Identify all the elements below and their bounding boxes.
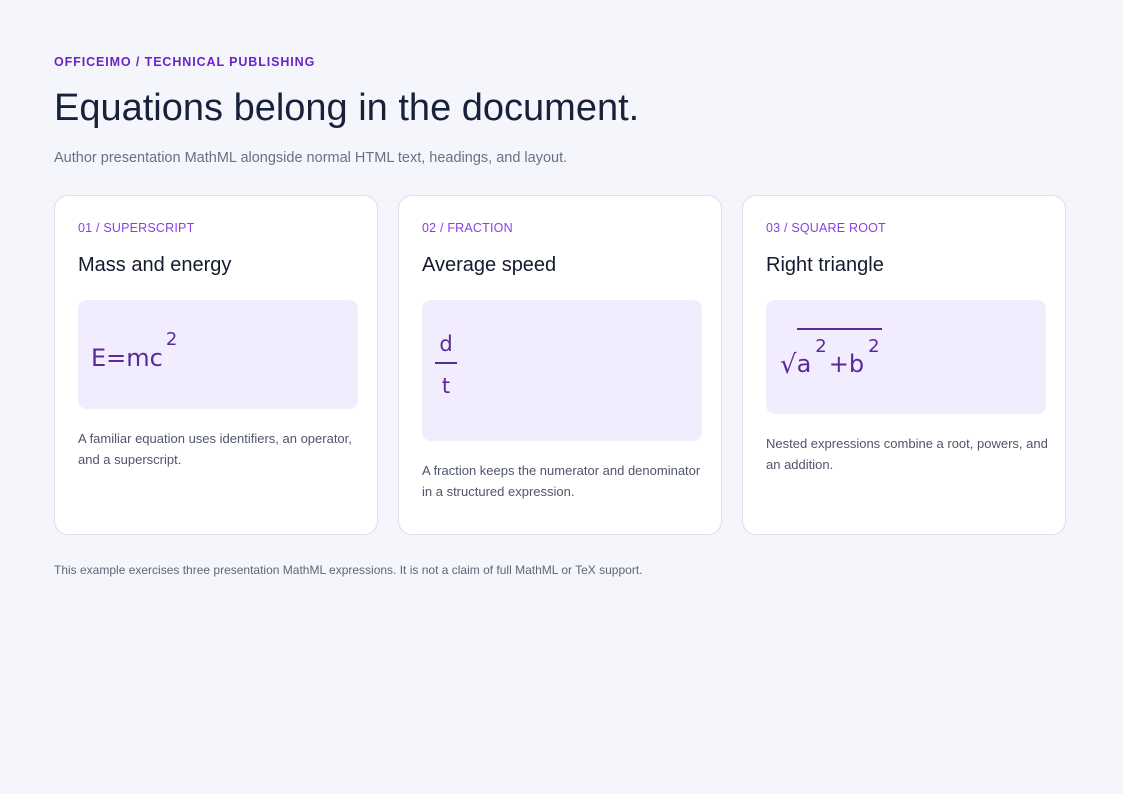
card-title: Average speed	[422, 254, 557, 276]
page-title: Equations belong in the document.	[54, 87, 640, 129]
card-description: A familiar equation uses identifiers, an…	[78, 431, 352, 467]
card-square-root: 03 / SQUARE ROOT Right triangle √a2+b2 N…	[742, 195, 1066, 535]
eyebrow: OFFICEIMO / TECHNICAL PUBLISHING	[54, 55, 316, 69]
equation-box: d t	[422, 300, 702, 441]
card-label: 01 / SUPERSCRIPT	[78, 221, 195, 235]
card-superscript: 01 / SUPERSCRIPT Mass and energy E=mc2 A…	[54, 195, 378, 535]
term-a-exponent: 2	[815, 336, 827, 357]
card-label: 03 / SQUARE ROOT	[766, 221, 886, 235]
fraction-bar	[435, 362, 457, 364]
card-label: 02 / FRACTION	[422, 221, 513, 235]
page: OFFICEIMO / TECHNICAL PUBLISHING Equatio…	[0, 0, 1123, 794]
card-description: Nested expressions combine a root, power…	[766, 436, 1048, 472]
equation-base: E=mc	[91, 344, 163, 372]
equation-square-root: √a2+b2	[780, 328, 882, 380]
page-subtitle: Author presentation MathML alongside nor…	[54, 150, 568, 166]
radicand: a2+b2	[796, 328, 882, 378]
footer-note: This example exercises three presentatio…	[54, 563, 643, 577]
card-title: Right triangle	[766, 254, 884, 276]
card-fraction: 02 / FRACTION Average speed d t A fracti…	[398, 195, 722, 535]
card-title: Mass and energy	[78, 254, 232, 276]
equation-box: E=mc2	[78, 300, 358, 409]
radical-sign: √	[780, 350, 797, 380]
equation-mass-energy: E=mc2	[91, 329, 177, 372]
term-b-exponent: 2	[868, 336, 880, 357]
card-description: A fraction keeps the numerator and denom…	[422, 463, 701, 499]
equation-superscript: 2	[165, 329, 178, 350]
equation-fraction: d t	[433, 330, 459, 400]
fraction-numerator: d	[439, 332, 453, 356]
fraction-denominator: t	[441, 374, 451, 398]
equation-box: √a2+b2	[766, 300, 1046, 414]
term-plus-b: +b	[828, 350, 865, 378]
term-a: a	[796, 350, 812, 378]
